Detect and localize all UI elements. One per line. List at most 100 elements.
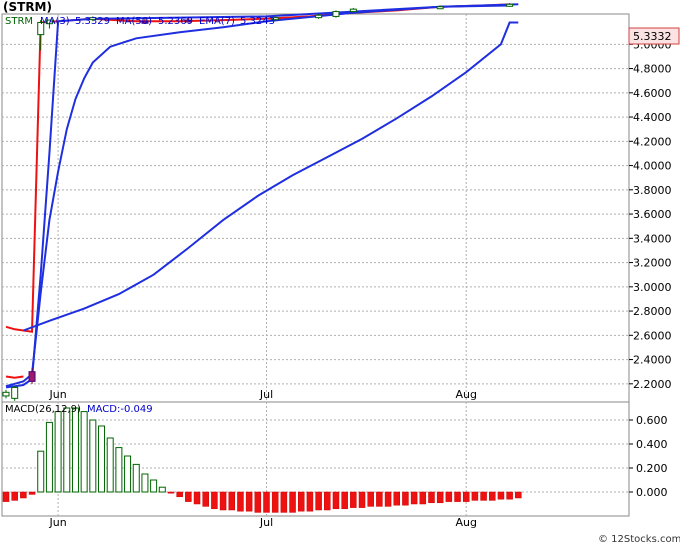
- legend-ma50-label: MA(50): [116, 16, 152, 27]
- macd-bar: [237, 491, 244, 512]
- macd-bar: [506, 491, 513, 500]
- price-y-tick-label: 4.4000: [633, 111, 672, 124]
- macd-bar: [263, 491, 270, 513]
- macd-bar: [462, 491, 470, 502]
- macd-bar: [324, 491, 331, 511]
- macd-bar: [436, 491, 444, 504]
- price-x-tick-label: Jun: [49, 388, 67, 401]
- macd-x-tick-label: Aug: [455, 516, 476, 529]
- macd-bar: [497, 491, 505, 500]
- macd-bar: [445, 491, 453, 502]
- macd-bar: [54, 411, 62, 493]
- macd-bar: [341, 491, 348, 510]
- last-price-badge: 5.3332: [628, 27, 680, 45]
- macd-bar: [410, 491, 418, 505]
- price-y-axis: 5.00004.80004.60004.40004.20004.00003.80…: [629, 38, 672, 391]
- legend-ema7-value: 5.3243: [240, 16, 275, 27]
- price-y-tick-label: 4.2000: [633, 135, 672, 148]
- macd-bar: [63, 407, 71, 493]
- price-legend: STRM MA(3) 5.3329 MA(50) 5.2369 EMA(7) 5…: [5, 16, 275, 27]
- macd-bar: [489, 491, 496, 501]
- macd-legend-title: MACD(26,12,9): [5, 404, 81, 415]
- macd-bar: [315, 491, 322, 511]
- macd-bar: [350, 491, 357, 508]
- macd-bar: [393, 491, 400, 506]
- legend-ticker: STRM: [5, 16, 33, 27]
- last-price-label: 5.3332: [633, 30, 672, 43]
- macd-bar: [37, 450, 45, 493]
- candle-body: [436, 6, 444, 10]
- macd-bar: [2, 491, 10, 502]
- candle-body: [28, 371, 36, 382]
- macd-bar: [28, 491, 36, 495]
- price-y-tick-label: 3.2000: [633, 257, 672, 270]
- macd-bar: [358, 491, 366, 508]
- stock-chart: (STRM) 5.00004.80004.60004.40004.20004.0…: [1, 0, 680, 545]
- candle-body: [315, 14, 323, 19]
- macd-x-tick-label: Jun: [49, 516, 67, 529]
- macd-bar: [515, 491, 522, 499]
- macd-bar: [193, 491, 201, 505]
- price-y-tick-label: 3.8000: [633, 184, 672, 197]
- macd-bar: [185, 491, 192, 502]
- macd-y-tick-label: 0.200: [636, 462, 668, 475]
- legend-ma3-label: MA(3): [40, 16, 70, 27]
- macd-y-axis: 0.600 0.400 0.200 0.000: [629, 414, 668, 499]
- price-y-tick-label: 2.2000: [633, 378, 672, 391]
- macd-bar: [89, 419, 97, 493]
- macd-x-axis: Jun Jul Aug: [49, 516, 477, 529]
- macd-bar: [454, 491, 461, 502]
- price-y-tick-label: 2.8000: [633, 305, 672, 318]
- macd-legend-value: MACD:-0.049: [87, 404, 153, 415]
- footer-credit: © 12Stocks.com: [598, 534, 680, 545]
- price-y-tick-label: 4.8000: [633, 63, 672, 76]
- candle-body: [506, 3, 514, 7]
- macd-bar: [367, 491, 374, 507]
- macd-bar: [471, 491, 479, 501]
- macd-legend: MACD(26,12,9) MACD:-0.049: [5, 404, 153, 415]
- macd-bar: [271, 491, 279, 513]
- candle-body: [332, 11, 340, 17]
- macd-bar: [376, 491, 383, 507]
- price-y-tick-label: 4.0000: [633, 160, 672, 173]
- macd-bar: [289, 491, 296, 513]
- macd-y-tick-label: 0.400: [636, 438, 668, 451]
- price-y-tick-label: 3.6000: [633, 208, 672, 221]
- legend-ema7-label: EMA(7): [199, 16, 235, 27]
- price-x-tick-label: Aug: [455, 388, 476, 401]
- macd-bar: [384, 491, 392, 507]
- chart-title: (STRM): [3, 0, 52, 14]
- macd-bar: [306, 491, 314, 512]
- macd-bar: [11, 491, 18, 501]
- macd-bar: [150, 479, 158, 493]
- price-y-tick-label: 4.6000: [633, 87, 672, 100]
- macd-bar: [419, 491, 427, 505]
- price-y-tick-label: 3.0000: [633, 281, 672, 294]
- macd-bar: [106, 437, 114, 493]
- macd-bar: [428, 491, 435, 504]
- macd-bar: [45, 421, 53, 493]
- macd-bar: [158, 486, 166, 493]
- macd-bar: [297, 491, 305, 512]
- macd-bar: [115, 447, 123, 493]
- macd-bar: [480, 491, 487, 501]
- macd-bar: [228, 491, 236, 511]
- macd-bar: [132, 463, 140, 493]
- macd-bar: [98, 425, 106, 493]
- macd-bar: [202, 491, 209, 507]
- macd-bar: [254, 491, 262, 513]
- macd-bar: [71, 407, 79, 493]
- macd-bar: [20, 491, 27, 499]
- macd-bar: [402, 491, 409, 506]
- macd-bar: [211, 491, 218, 510]
- macd-bar: [176, 491, 183, 498]
- macd-bar: [141, 473, 149, 493]
- price-y-tick-label: 3.4000: [633, 232, 672, 245]
- macd-y-tick-label: 0.600: [636, 414, 668, 427]
- price-y-tick-label: 2.4000: [633, 354, 672, 367]
- macd-bar: [245, 491, 253, 512]
- legend-ma50-value: 5.2369: [158, 16, 193, 27]
- macd-bar: [80, 411, 88, 493]
- macd-bar: [124, 455, 132, 493]
- candle-body: [11, 386, 19, 399]
